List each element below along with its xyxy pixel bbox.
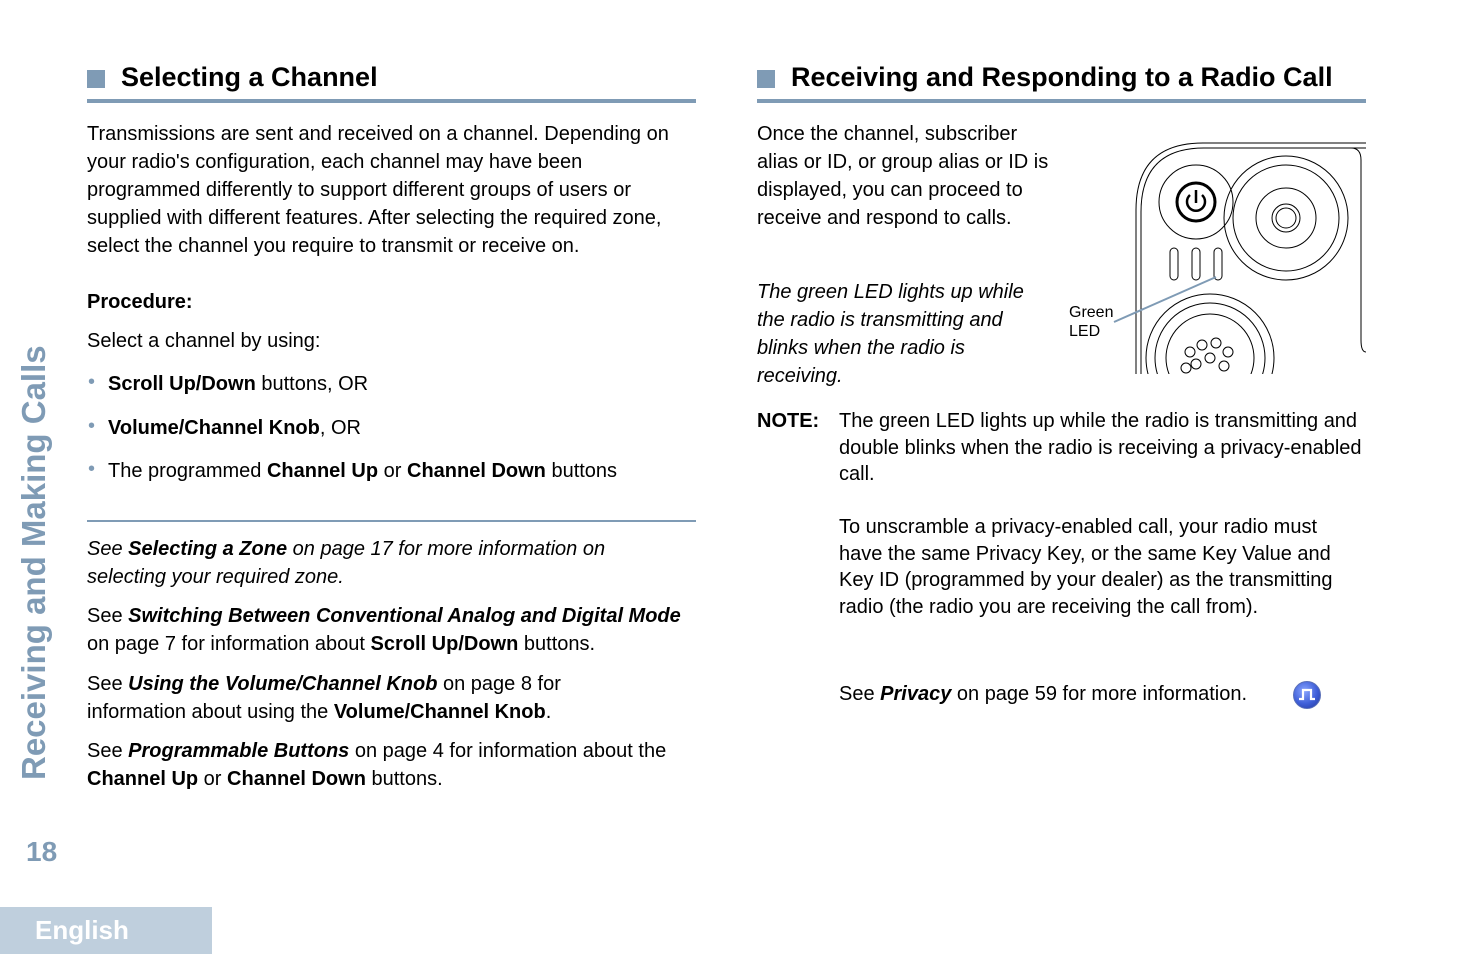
ref-text: on page 59 for more information. (951, 683, 1248, 705)
ref-link-privacy[interactable]: Privacy (880, 683, 951, 705)
ref-text: See (87, 605, 129, 627)
figure-label-line: LED (1069, 323, 1101, 340)
reference-paragraph: See Selecting a Zone on page 17 for more… (87, 535, 687, 591)
ref-text: See (87, 538, 129, 560)
bullet-item: Scroll Up/Down buttons, OR (108, 370, 368, 398)
language-label: English (35, 915, 129, 945)
ref-link-selecting-zone[interactable]: Selecting a Zone (128, 538, 287, 560)
receiving-intro: Once the channel, subscriber alias or ID… (757, 123, 1049, 229)
bullet-icon: • (88, 458, 96, 480)
page-number: 18 (26, 836, 58, 867)
bullet-text: , OR (319, 417, 361, 439)
bullet-text: or (378, 460, 407, 482)
note-paragraph-2: To unscramble a privacy-enabled call, yo… (839, 516, 1333, 618)
bullet-item: Volume/Channel Knob, OR (108, 414, 361, 442)
bullet-text: The programmed (108, 460, 267, 482)
note-label: NOTE: (757, 410, 820, 432)
procedure-label: Procedure: (87, 291, 193, 313)
led-slot (1169, 247, 1179, 281)
heading-rule (87, 99, 696, 103)
ref-text: . (545, 701, 552, 723)
reference-paragraph: See Using the Volume/Channel Knob on pag… (87, 670, 647, 726)
heading-marker-icon (757, 70, 775, 88)
heading-rule (757, 99, 1366, 103)
note-paragraph-1: The green LED lights up while the radio … (839, 410, 1362, 485)
figure-label-line: Green (1069, 304, 1114, 321)
bullet-icon: • (88, 371, 96, 393)
led-caption: The green LED lights up while the radio … (757, 281, 1024, 387)
led-slot (1191, 247, 1201, 281)
chapter-title: Receiving and Making Calls (15, 345, 52, 780)
ref-text: on page 7 for information about (87, 633, 371, 655)
figure-label-green-led: Green LED (1069, 303, 1113, 341)
ref-text: buttons. (365, 768, 443, 790)
language-tab: English (0, 907, 212, 954)
ref-link-volume-knob[interactable]: Using the Volume/Channel Knob (128, 673, 437, 695)
ref-text: See (839, 683, 881, 705)
volume-channel-knob (1223, 155, 1349, 281)
pulse-glyph-icon (1299, 688, 1315, 701)
bullet-bold: Channel Up (266, 460, 379, 482)
bullet-text: buttons (545, 460, 618, 482)
ref-link-switching-mode[interactable]: Switching Between Conventional Analog an… (128, 605, 681, 627)
ref-text: See (87, 740, 129, 762)
heading-marker-icon (87, 70, 105, 88)
select-intro: Select a channel by using: (87, 330, 321, 352)
section-heading-selecting-channel: Selecting a Channel (121, 62, 378, 92)
ref-link-programmable-buttons[interactable]: Programmable Buttons (128, 740, 349, 762)
bullet-bold: Scroll Up/Down (108, 373, 256, 395)
ref-bold: Channel Up (87, 768, 199, 790)
green-led (1213, 247, 1223, 281)
bullet-bold: Volume/Channel Knob (108, 417, 320, 439)
reference-paragraph: See Programmable Buttons on page 4 for i… (87, 737, 697, 793)
bullet-icon: • (88, 415, 96, 437)
ref-bold: Scroll Up/Down (370, 633, 519, 655)
bullet-bold: Channel Down (407, 460, 546, 482)
privacy-feature-icon (1293, 681, 1321, 709)
section-heading-receiving-call: Receiving and Responding to a Radio Call (791, 62, 1333, 92)
ref-text: or (198, 768, 228, 790)
ref-text: See (87, 673, 129, 695)
ref-bold: Volume/Channel Knob (333, 701, 546, 723)
ref-bold: Channel Down (227, 768, 366, 790)
divider (87, 520, 696, 522)
accessory-connector (1145, 293, 1275, 423)
bullet-item: The programmed Channel Up or Channel Dow… (108, 457, 617, 485)
intro-paragraph: Transmissions are sent and received on a… (87, 123, 669, 257)
privacy-reference: See Privacy on page 59 for more informat… (839, 680, 1247, 708)
ref-text: on page 4 for information about the (349, 740, 667, 762)
ref-text: buttons. (518, 633, 596, 655)
reference-paragraph: See Switching Between Conventional Analo… (87, 602, 702, 658)
bullet-text: buttons, OR (255, 373, 369, 395)
